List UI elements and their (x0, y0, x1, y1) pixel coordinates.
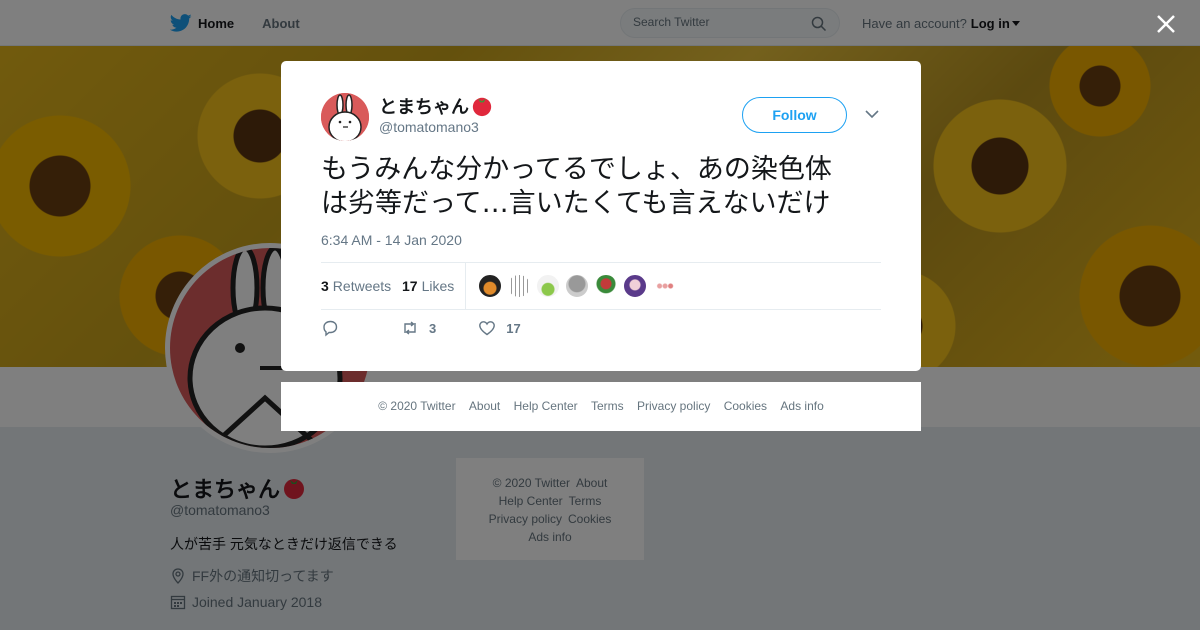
rabbit-avatar-icon (321, 93, 369, 141)
liker-avatar[interactable] (478, 274, 502, 298)
tweet-text-line-1: もうみんな分かってるでしょ、あの染色体 (321, 154, 832, 185)
tweet-author-name-text: とまちゃん (379, 97, 469, 117)
modal-footer: © 2020 Twitter About Help Center Terms P… (281, 382, 921, 431)
like-button[interactable]: 17 (478, 319, 521, 337)
retweets-stat[interactable]: 3 Retweets (321, 278, 391, 294)
tweet-text-line-2: は劣等だって…言いたくても言えないだけ (321, 188, 831, 219)
liker-avatar[interactable] (565, 274, 589, 298)
modal-footer-terms[interactable]: Terms (591, 399, 624, 413)
liker-avatar[interactable] (623, 274, 647, 298)
close-icon[interactable] (1154, 12, 1178, 36)
modal-footer-copyright: © 2020 Twitter (378, 399, 456, 413)
liker-avatar[interactable] (594, 274, 618, 298)
tweet-author-avatar[interactable] (321, 93, 369, 141)
reply-button[interactable] (321, 319, 349, 337)
tweet-text: もうみんな分かってるでしょ、あの染色体 は劣等だって…言いたくても言えないだけ (321, 153, 881, 221)
retweet-button[interactable]: 3 (401, 319, 436, 337)
like-action-count: 17 (506, 320, 521, 336)
likes-count: 17 (402, 278, 418, 294)
retweets-label: Retweets (332, 278, 392, 294)
heart-icon (479, 321, 496, 336)
tweet-modal: とまちゃん @tomatomano3 Follow もうみんな分かってるでしょ、… (281, 61, 921, 371)
reply-icon (323, 320, 338, 337)
modal-footer-privacy[interactable]: Privacy policy (637, 399, 710, 413)
tweet-stats: 3 Retweets 17 Likes (321, 262, 881, 310)
retweet-action-count: 3 (429, 320, 437, 336)
likes-stat[interactable]: 17 Likes (402, 278, 454, 294)
follow-button[interactable]: Follow (742, 97, 847, 133)
liker-avatar[interactable] (652, 274, 676, 298)
modal-footer-help[interactable]: Help Center (514, 399, 578, 413)
likes-label: Likes (421, 278, 455, 294)
retweet-icon (404, 321, 416, 335)
liker-avatar[interactable] (536, 274, 560, 298)
modal-footer-cookies[interactable]: Cookies (724, 399, 767, 413)
tomato-emoji-icon (472, 97, 492, 117)
modal-footer-ads[interactable]: Ads info (780, 399, 823, 413)
liker-avatars (478, 274, 681, 298)
modal-footer-about[interactable]: About (469, 399, 500, 413)
tweet-actions: 3 17 (321, 319, 521, 337)
tweet-timestamp[interactable]: 6:34 AM - 14 Jan 2020 (321, 232, 462, 248)
tweet-author-name[interactable]: とまちゃん (379, 93, 493, 119)
liker-avatar[interactable] (507, 274, 531, 298)
tweet-author-handle[interactable]: @tomatomano3 (379, 119, 479, 135)
chevron-down-icon[interactable] (865, 109, 879, 119)
retweets-count: 3 (321, 278, 329, 294)
stats-divider (465, 263, 466, 310)
